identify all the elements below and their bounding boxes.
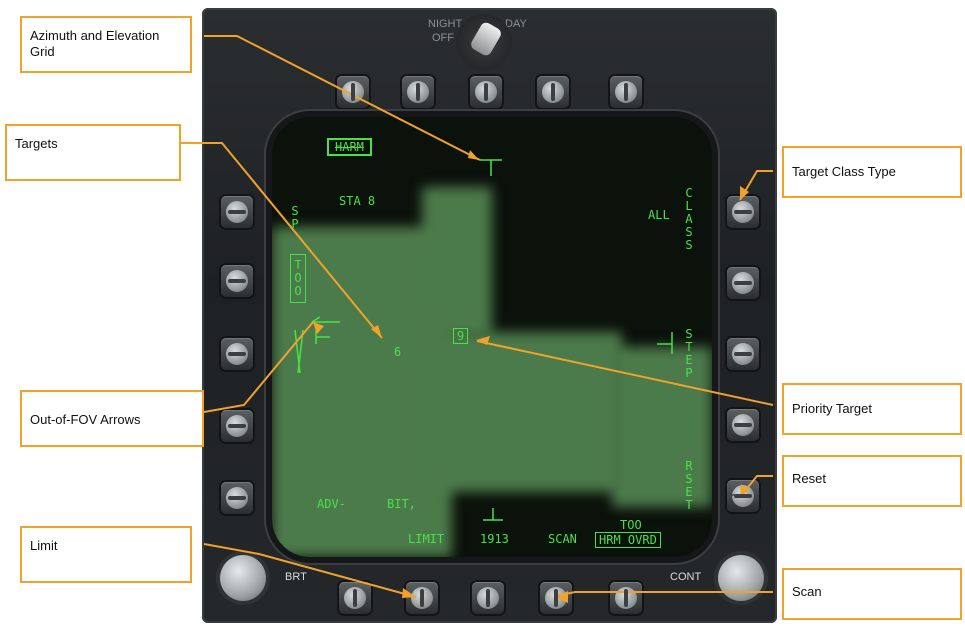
rset-label: RSET xyxy=(685,459,693,512)
osb-bottom-5[interactable] xyxy=(610,582,642,614)
mfd-screen xyxy=(272,117,712,557)
adv-label: ADV- xyxy=(317,497,346,511)
terrain-patch xyxy=(422,187,492,337)
osb-right-1-class[interactable] xyxy=(727,196,759,228)
osb-top-2[interactable] xyxy=(402,76,434,108)
terrain-patch xyxy=(612,347,712,507)
class-all-label: ALL xyxy=(648,208,670,222)
priority-target-box: 9 xyxy=(453,328,469,344)
osb-bottom-3[interactable] xyxy=(472,582,504,614)
night-day-switch[interactable] xyxy=(456,14,512,70)
osb-right-5-rset[interactable] xyxy=(727,480,759,512)
osb-left-2[interactable] xyxy=(221,265,253,297)
osb-left-4[interactable] xyxy=(221,410,253,442)
contrast-knob[interactable] xyxy=(718,555,764,601)
osb-top-1[interactable] xyxy=(337,76,369,108)
callout-azimuth-elevation-grid: Azimuth and Elevation Grid xyxy=(20,16,192,73)
switch-lever-icon xyxy=(468,20,504,58)
callout-targets: Targets xyxy=(5,124,181,181)
osb-right-2[interactable] xyxy=(727,267,759,299)
osb-bottom-4-scan[interactable] xyxy=(540,582,572,614)
range-readout: 1913 xyxy=(480,532,509,546)
cont-label: CONT xyxy=(670,571,702,583)
callout-out-of-fov-arrows: Out-of-FOV Arrows xyxy=(20,390,204,447)
off-label: OFF xyxy=(432,32,454,44)
target-6: 6 xyxy=(394,345,402,359)
callout-scan: Scan xyxy=(782,568,962,620)
osb-top-3[interactable] xyxy=(470,76,502,108)
terrain-patch xyxy=(422,332,622,492)
sp-label: SP xyxy=(291,204,299,231)
too-bottom-label: TOO xyxy=(620,518,642,532)
scan-label: SCAN xyxy=(548,532,577,546)
osb-left-1[interactable] xyxy=(221,196,253,228)
callout-reset: Reset xyxy=(782,455,962,507)
callout-priority-target: Priority Target xyxy=(782,383,962,435)
osb-right-4[interactable] xyxy=(727,409,759,441)
brightness-knob[interactable] xyxy=(220,555,266,601)
night-label: NIGHT xyxy=(428,18,463,30)
harm-label: HARM xyxy=(327,138,372,156)
osb-left-5[interactable] xyxy=(221,482,253,514)
osb-top-4[interactable] xyxy=(537,76,569,108)
osb-bottom-1[interactable] xyxy=(339,582,371,614)
brt-label: BRT xyxy=(285,571,307,583)
bit-label: BIT, xyxy=(387,497,416,511)
limit-label: LIMIT xyxy=(408,532,445,546)
class-label: CLASS xyxy=(685,186,693,252)
osb-top-5[interactable] xyxy=(610,76,642,108)
step-label: STEP xyxy=(685,327,693,380)
hrm-ovrd-label: HRM OVRD xyxy=(595,532,661,548)
station-label: STA 8 xyxy=(339,194,376,208)
osb-left-3[interactable] xyxy=(221,338,253,370)
too-label: TOO xyxy=(290,254,306,303)
callout-limit: Limit xyxy=(20,526,192,583)
callout-target-class-type: Target Class Type xyxy=(782,146,962,198)
osb-bottom-2-limit[interactable] xyxy=(406,582,438,614)
osb-right-3-step[interactable] xyxy=(727,338,759,370)
